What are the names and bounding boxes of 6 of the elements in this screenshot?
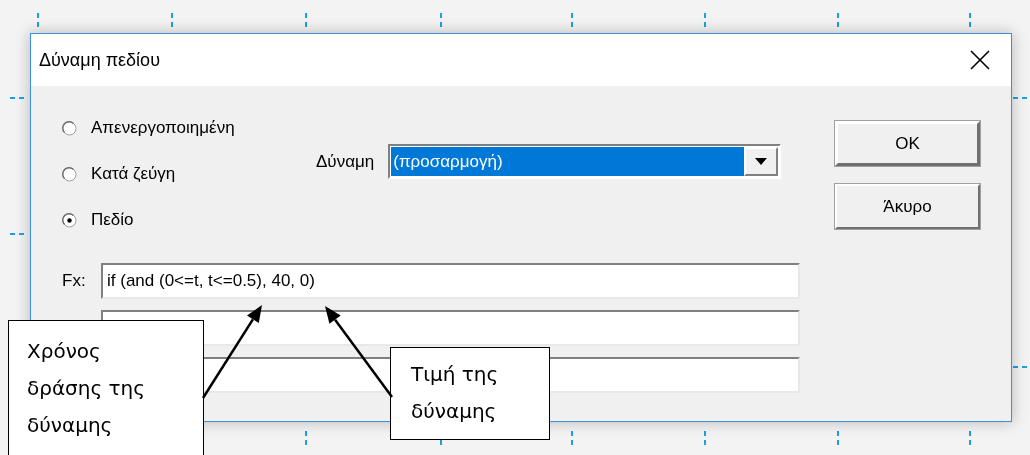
window-title: Δύναμη πεδίου	[39, 49, 161, 71]
callout-tooltip: Χρόνος δράσης της δύναμης	[8, 320, 204, 455]
field-label: Fx:	[62, 271, 87, 291]
callout-tooltip: Τιμή της δύναμης	[390, 347, 550, 440]
dropdown-value: (προσαρμογή)	[391, 147, 745, 176]
force-label: Δύναμη	[316, 151, 375, 172]
